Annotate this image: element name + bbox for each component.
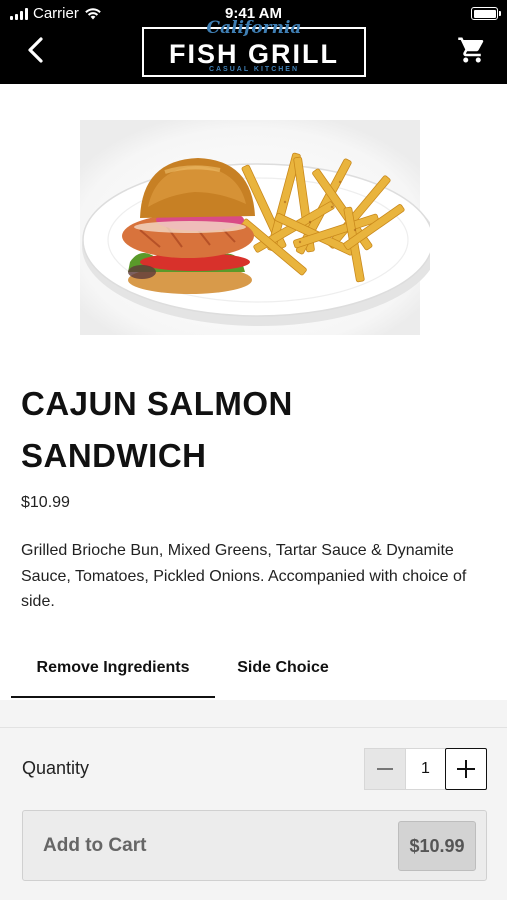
back-button[interactable] <box>20 33 50 67</box>
product-image <box>80 120 430 335</box>
top-bar: Carrier 9:41 AM California FISH GRILL CA… <box>0 0 507 84</box>
tab-remove-ingredients[interactable]: Remove Ingredients <box>11 640 215 696</box>
battery-icon <box>471 7 501 20</box>
quantity-value: 1 <box>406 748 445 790</box>
cart-button[interactable] <box>457 35 487 65</box>
product-title: CAJUN SALMON SANDWICH <box>21 385 293 474</box>
minus-icon <box>377 768 393 770</box>
add-to-cart-price: $10.99 <box>398 821 476 871</box>
increase-quantity-button[interactable] <box>445 748 487 790</box>
chevron-left-icon <box>28 37 43 63</box>
quantity-label: Quantity <box>22 758 90 778</box>
add-to-cart-label: Add to Cart <box>43 835 147 856</box>
product-price: $10.99 <box>21 494 70 511</box>
option-tabs: Remove Ingredients Side Choice <box>0 640 507 700</box>
quantity-stepper: 1 <box>364 748 487 790</box>
active-tab-indicator <box>11 696 215 698</box>
logo-script-text: California <box>206 18 302 38</box>
product-description: Grilled Brioche Bun, Mixed Greens, Tarta… <box>21 542 467 610</box>
brand-logo: California FISH GRILL CASUAL KITCHEN <box>142 18 366 77</box>
logo-sub-text: CASUAL KITCHEN <box>208 66 300 73</box>
shopping-cart-icon <box>458 37 484 63</box>
tab-side-choice[interactable]: Side Choice <box>215 640 351 696</box>
decrease-quantity-button[interactable] <box>364 748 406 790</box>
add-to-cart-button[interactable]: Add to Cart $10.99 <box>22 810 487 881</box>
